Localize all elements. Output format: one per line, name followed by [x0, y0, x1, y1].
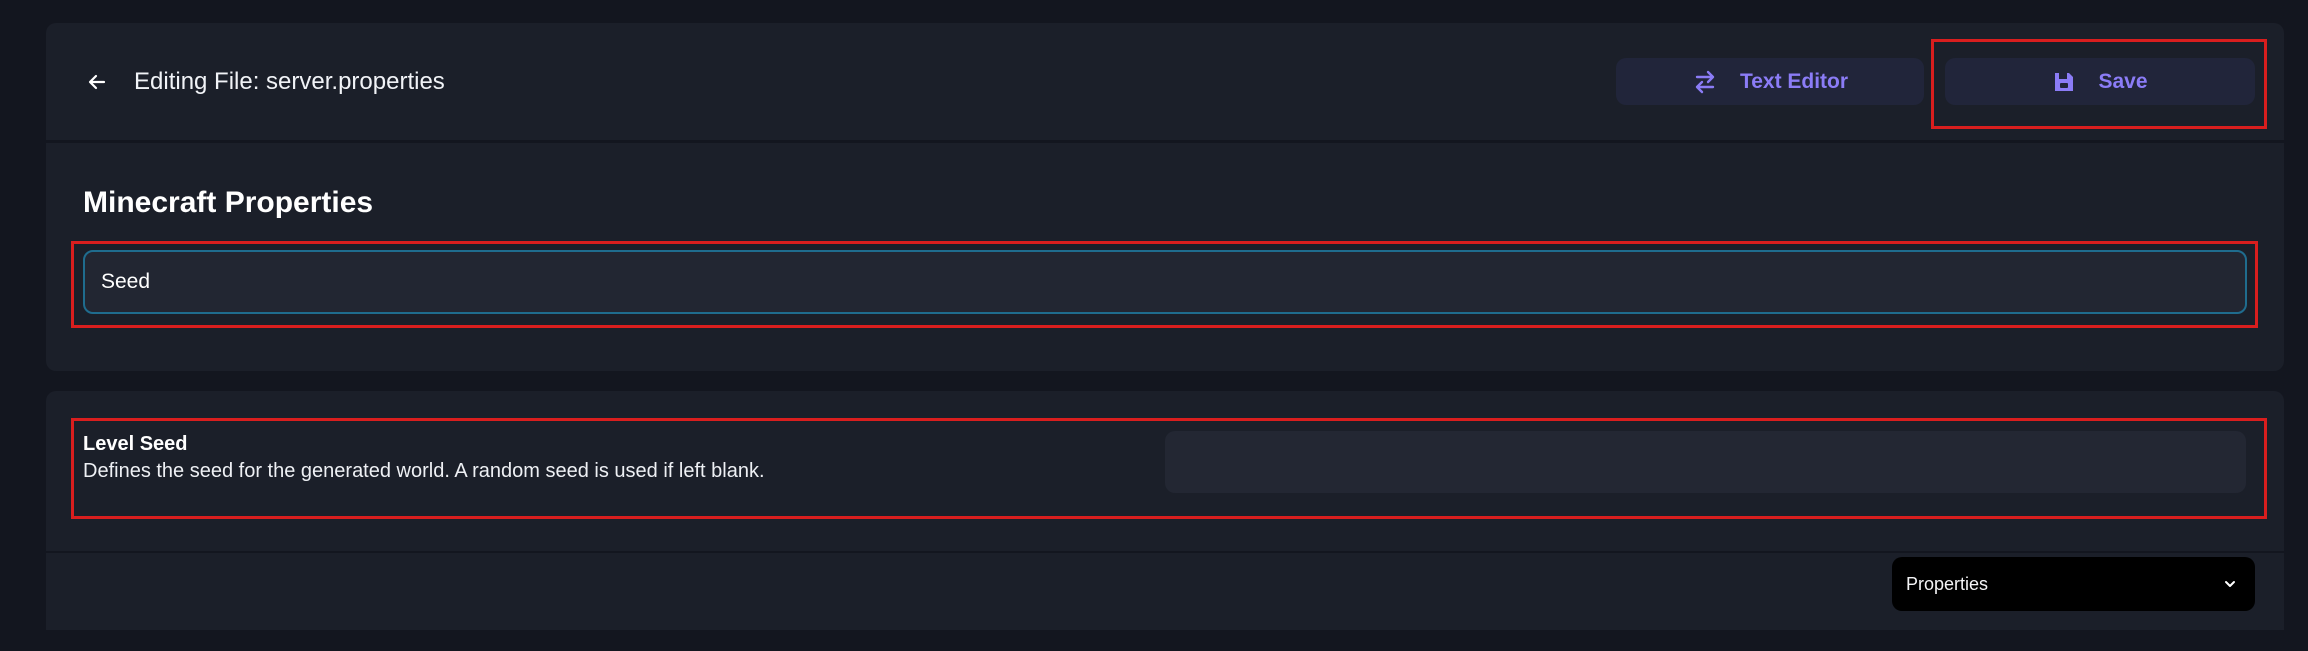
page-title: Editing File: server.properties — [134, 68, 445, 95]
chevron-down-icon — [2225, 581, 2235, 587]
page-root: Editing File: server.properties Text Edi… — [0, 0, 2308, 651]
view-select-value: Properties — [1906, 573, 1989, 594]
text-editor-button[interactable]: Text Editor — [1616, 58, 1924, 105]
view-select[interactable]: Properties — [1892, 557, 2255, 611]
text-editor-label: Text Editor — [1739, 69, 1849, 93]
floppy-disk-icon — [2055, 72, 2074, 91]
search-input[interactable] — [83, 250, 2247, 314]
property-name: Level Seed — [83, 433, 188, 455]
back-button[interactable] — [82, 67, 112, 97]
arrow-left-icon — [88, 74, 106, 90]
level-seed-input[interactable] — [1165, 431, 2246, 493]
save-label: Save — [2098, 69, 2148, 93]
section-title: Minecraft Properties — [83, 186, 374, 219]
save-button[interactable]: Save — [1945, 58, 2255, 105]
property-description: Defines the seed for the generated world… — [83, 460, 765, 482]
swap-arrows-icon — [1695, 70, 1715, 93]
